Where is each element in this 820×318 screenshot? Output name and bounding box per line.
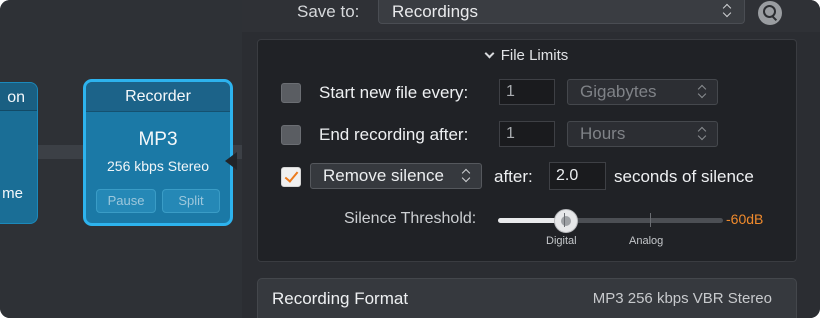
slider-mark-digital: Digital [546, 235, 577, 247]
save-to-value: Recordings [392, 2, 478, 21]
remove-silence-checkbox[interactable] [281, 167, 301, 187]
end-recording-amount-field[interactable]: 1 [499, 121, 555, 147]
silence-mode-select[interactable]: Remove silence [310, 163, 482, 189]
updown-chevron-icon [697, 127, 707, 141]
silence-after-label: after: [494, 167, 533, 186]
recording-format-value: MP3 256 kbps VBR Stereo [592, 290, 772, 307]
updown-chevron-icon [461, 169, 471, 183]
file-limits-disclosure[interactable]: File Limits [258, 47, 796, 64]
start-new-file-unit-value: Gigabytes [580, 82, 657, 101]
end-recording-checkbox[interactable] [281, 125, 301, 145]
recording-format-title: Recording Format [272, 289, 409, 308]
start-new-file-label: Start new file every: [319, 83, 469, 102]
recorder-settings-panel: Save to: Recordings File Limits Start ne… [242, 0, 820, 318]
slider-tick-digital [564, 213, 565, 227]
save-to-label: Save to: [297, 2, 360, 21]
chevron-down-icon [484, 48, 495, 59]
recorder-node-title: Recorder [86, 82, 230, 112]
start-new-file-unit-select[interactable]: Gigabytes [567, 79, 718, 105]
node-selection-pointer [225, 152, 237, 170]
save-to-select[interactable]: Recordings [378, 0, 745, 24]
app-window: on me Recorder MP3 256 kbps Stereo Pause… [0, 0, 820, 318]
end-recording-unit-value: Hours [580, 124, 626, 143]
end-recording-label: End recording after: [319, 125, 469, 144]
updown-chevron-icon [722, 4, 732, 18]
silence-threshold-slider[interactable] [498, 209, 723, 233]
slider-knob[interactable] [553, 209, 578, 233]
silence-seconds-suffix: seconds of silence [614, 167, 754, 186]
start-new-file-checkbox[interactable] [281, 83, 301, 103]
routing-canvas: on me Recorder MP3 256 kbps Stereo Pause… [0, 0, 242, 318]
file-limits-title: File Limits [500, 47, 569, 64]
silence-mode-value: Remove silence [323, 166, 444, 185]
silence-seconds-field[interactable]: 2.0 [549, 162, 606, 190]
pause-button[interactable]: Pause [96, 189, 156, 213]
connection-wire [38, 145, 86, 159]
split-button[interactable]: Split [162, 189, 220, 213]
file-limits-section: File Limits Start new file every: 1 Giga… [257, 39, 797, 262]
slider-mark-analog: Analog [629, 235, 664, 247]
end-recording-unit-select[interactable]: Hours [567, 121, 718, 147]
recorder-node[interactable]: Recorder MP3 256 kbps Stereo Pause Split [83, 79, 233, 226]
source-node-title: on [7, 89, 25, 106]
source-node-subtitle: me [2, 185, 23, 202]
recorder-node-bitrate: 256 kbps Stereo [107, 158, 209, 174]
updown-chevron-icon [697, 85, 707, 99]
start-new-file-amount-field[interactable]: 1 [499, 79, 555, 105]
recorder-node-format: MP3 [138, 129, 178, 150]
save-to-row: Save to: Recordings [242, 0, 820, 32]
silence-threshold-value: -60dB [726, 211, 764, 227]
recording-format-section[interactable]: Recording Format MP3 256 kbps VBR Stereo [257, 278, 797, 318]
silence-threshold-label: Silence Threshold: [344, 210, 477, 227]
source-node-partial[interactable]: on me [0, 82, 38, 224]
slider-tick-analog [650, 213, 651, 227]
search-icon[interactable] [758, 1, 782, 25]
